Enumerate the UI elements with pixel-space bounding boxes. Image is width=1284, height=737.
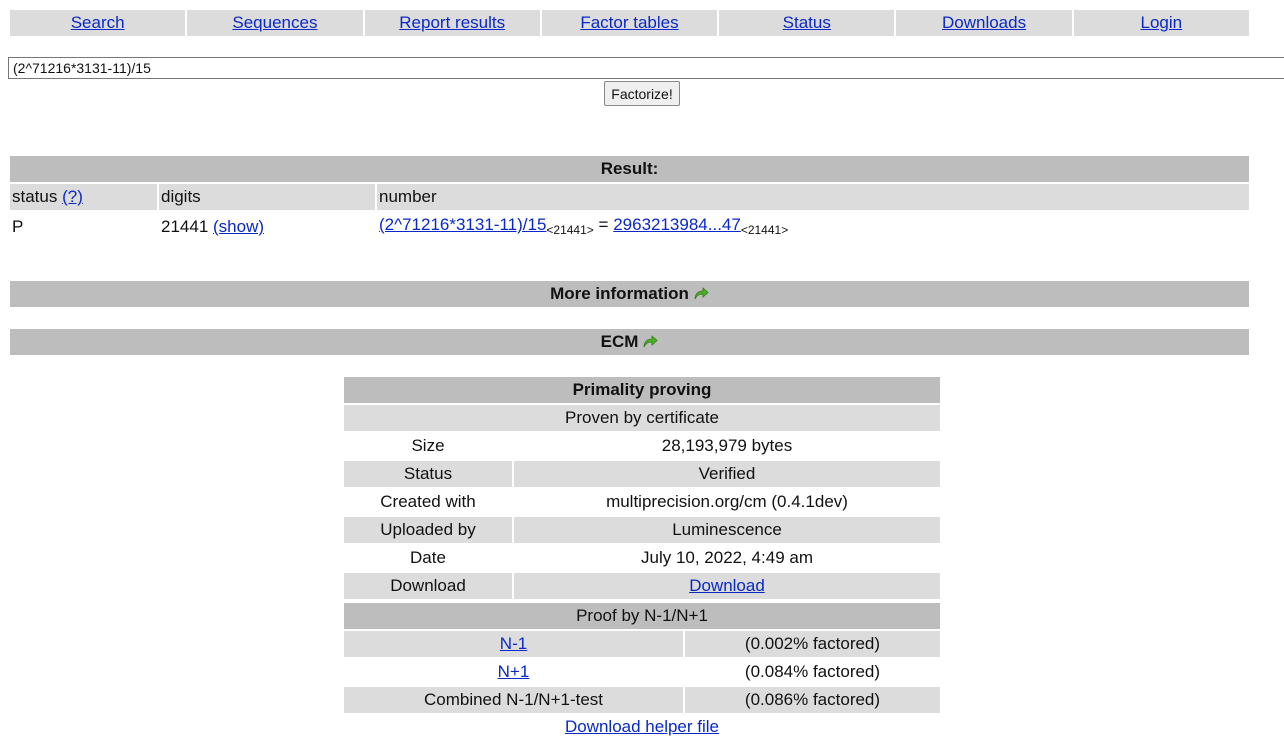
nav-cell-status: Status bbox=[719, 10, 895, 36]
download-label: Download bbox=[344, 573, 512, 599]
nav-link-downloads[interactable]: Downloads bbox=[942, 13, 1026, 32]
status-label: Status bbox=[344, 461, 512, 487]
nav-cell-login: Login bbox=[1073, 10, 1249, 36]
nav-link-search[interactable]: Search bbox=[71, 13, 125, 32]
query-input[interactable] bbox=[8, 57, 1284, 79]
nav-cell-report-results: Report results bbox=[364, 10, 540, 36]
nav-cell-downloads: Downloads bbox=[896, 10, 1072, 36]
date-value: July 10, 2022, 4:49 am bbox=[640, 548, 813, 567]
status-help-link[interactable]: (?) bbox=[62, 187, 83, 206]
nav-cell-search: Search bbox=[10, 10, 186, 36]
proven-by-row: Proven by certificate bbox=[344, 405, 940, 431]
proof-heading: Proof by N-1/N+1 bbox=[344, 603, 940, 629]
proven-by-certificate: Proven by certificate bbox=[344, 405, 940, 431]
n-plus-1-factored: (0.084% factored) bbox=[744, 662, 881, 681]
created-with-value: multiprecision.org/cm (0.4.1dev) bbox=[606, 492, 848, 511]
nav-link-factor-tables[interactable]: Factor tables bbox=[580, 13, 678, 32]
nav-link-login[interactable]: Login bbox=[1141, 13, 1183, 32]
result-digits: 21441 bbox=[161, 217, 209, 236]
top-nav: Search Sequences Report results Factor t… bbox=[10, 10, 1249, 36]
nav-link-report-results[interactable]: Report results bbox=[399, 13, 505, 32]
table-row: Combined N-1/N+1-test (0.086% factored) bbox=[344, 687, 940, 713]
download-helper-file-link[interactable]: Download helper file bbox=[565, 717, 719, 736]
uploaded-by-value: Luminescence bbox=[514, 517, 940, 543]
download-cell: Download bbox=[514, 573, 940, 599]
size-label: Size bbox=[411, 436, 445, 455]
expand-arrow-icon bbox=[694, 287, 709, 300]
nav-link-status[interactable]: Status bbox=[783, 13, 831, 32]
expression-digit-count: <21441> bbox=[546, 223, 594, 237]
digits-column-header: digits bbox=[159, 184, 375, 210]
table-row: Created with multiprecision.org/cm (0.4.… bbox=[344, 489, 940, 515]
n-minus-1-factored: (0.002% factored) bbox=[685, 631, 940, 657]
nav-cell-factor-tables: Factor tables bbox=[541, 10, 718, 36]
proof-heading-row: Proof by N-1/N+1 bbox=[344, 603, 940, 629]
table-row: Date July 10, 2022, 4:49 am bbox=[344, 545, 940, 571]
value-digit-count: <21441> bbox=[740, 223, 789, 237]
show-digits-link[interactable]: (show) bbox=[213, 217, 264, 236]
nav-cell-sequences: Sequences bbox=[187, 10, 363, 36]
result-number-cell: (2^71216*3131-11)/15<21441> = 2963213984… bbox=[377, 210, 1249, 245]
status-column-header: status (?) bbox=[10, 184, 157, 210]
table-row: Status Verified bbox=[344, 461, 940, 487]
helper-file-row: Download helper file bbox=[344, 717, 940, 737]
primality-heading: Primality proving bbox=[344, 377, 940, 403]
factorize-button[interactable]: Factorize! bbox=[604, 81, 680, 106]
uploaded-by-label: Uploaded by bbox=[344, 517, 512, 543]
more-information-bar[interactable]: More information bbox=[10, 281, 1249, 307]
more-information-label: More information bbox=[550, 284, 689, 303]
number-expression-link[interactable]: (2^71216*3131-11)/15 bbox=[379, 215, 546, 234]
primality-heading-row: Primality proving bbox=[344, 377, 940, 403]
combined-test-label: Combined N-1/N+1-test bbox=[344, 687, 683, 713]
result-status: P bbox=[12, 217, 24, 236]
result-table-header: status (?) digits number bbox=[10, 184, 1249, 210]
date-label: Date bbox=[410, 548, 446, 567]
table-row: Uploaded by Luminescence bbox=[344, 517, 940, 543]
nav-link-sequences[interactable]: Sequences bbox=[232, 13, 317, 32]
expand-arrow-icon bbox=[643, 335, 658, 348]
table-row: P 21441 (show) (2^71216*3131-11)/15<2144… bbox=[10, 212, 1249, 242]
n-plus-1-cell: N+1 bbox=[344, 659, 683, 685]
table-row: N-1 (0.002% factored) bbox=[344, 631, 940, 657]
table-row: Download Download bbox=[344, 573, 940, 599]
ecm-label: ECM bbox=[600, 332, 639, 351]
result-digits-cell: 21441 (show) bbox=[159, 212, 375, 242]
n-minus-1-link[interactable]: N-1 bbox=[500, 634, 527, 653]
result-heading: Result: bbox=[10, 156, 1249, 182]
equals-sign: = bbox=[598, 215, 609, 234]
n-plus-1-link[interactable]: N+1 bbox=[498, 662, 530, 681]
status-value: Verified bbox=[514, 461, 940, 487]
number-value-link[interactable]: 2963213984...47 bbox=[613, 215, 741, 234]
number-column-header: number bbox=[377, 184, 1249, 210]
size-value: 28,193,979 bytes bbox=[661, 436, 793, 455]
table-row: Size 28,193,979 bytes bbox=[344, 433, 940, 459]
n-minus-1-cell: N-1 bbox=[344, 631, 683, 657]
created-with-label: Created with bbox=[380, 492, 476, 511]
combined-test-factored: (0.086% factored) bbox=[685, 687, 940, 713]
table-row: N+1 (0.084% factored) bbox=[344, 659, 940, 685]
download-certificate-link[interactable]: Download bbox=[689, 576, 765, 595]
ecm-bar[interactable]: ECM bbox=[10, 329, 1249, 355]
status-column-label: status bbox=[12, 187, 58, 206]
